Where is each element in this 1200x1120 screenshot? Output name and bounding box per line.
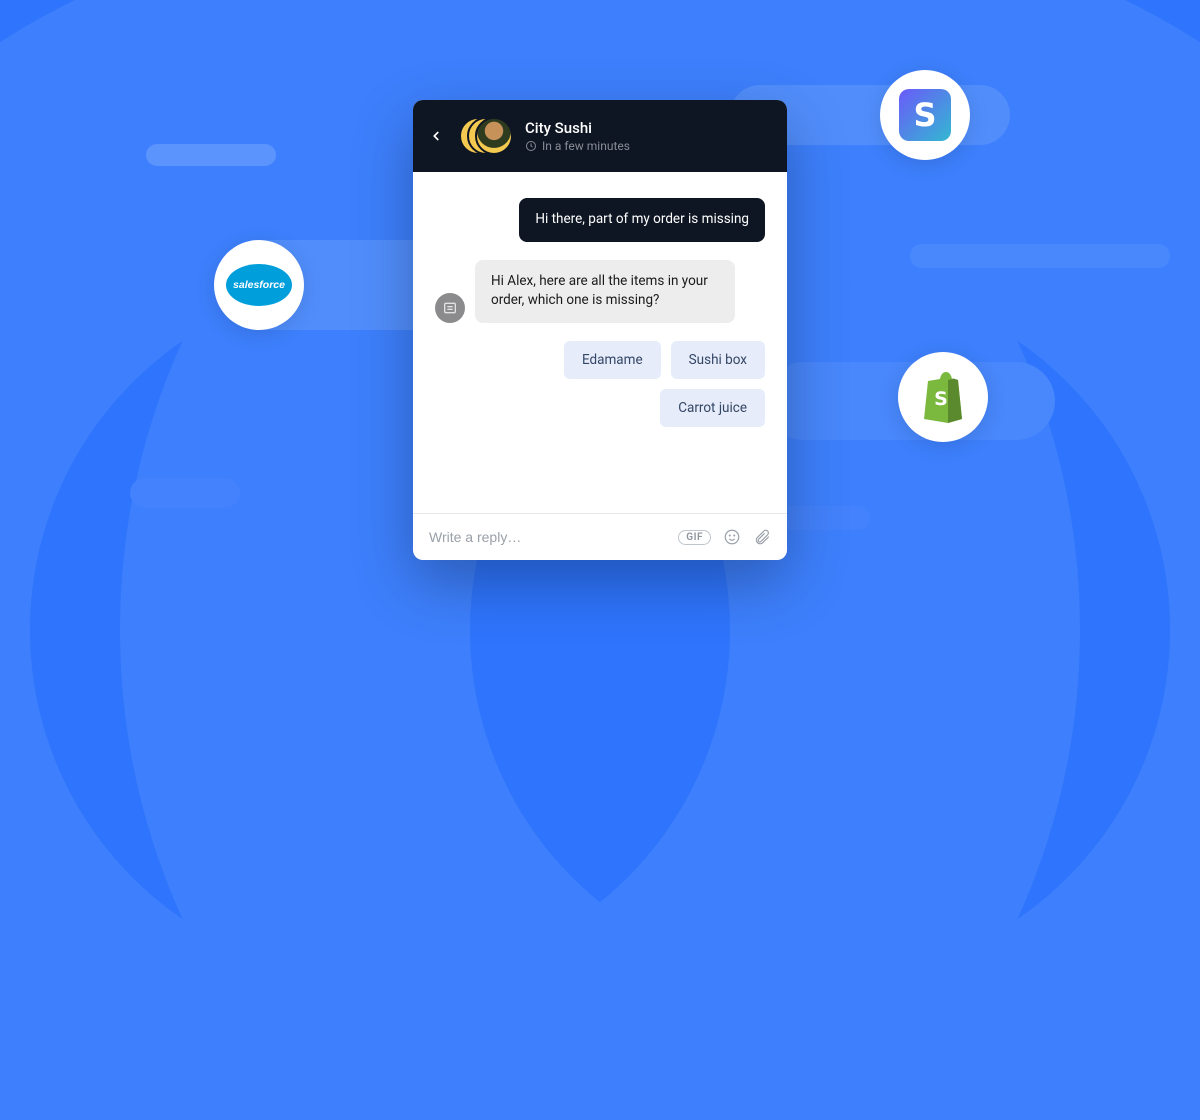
bot-icon [442, 300, 458, 316]
svg-text:salesforce: salesforce [233, 279, 285, 291]
chevron-left-icon [429, 129, 443, 143]
shopify-icon: S [918, 369, 968, 425]
chat-widget: City Sushi In a few minutes Hi there, pa… [413, 100, 787, 560]
clock-icon [525, 140, 537, 152]
attach-button[interactable] [753, 528, 771, 546]
quick-replies: Edamame Sushi box Carrot juice [435, 341, 765, 427]
reply-input[interactable] [429, 529, 666, 545]
stripe-icon: S [899, 89, 951, 141]
chat-subtitle-row: In a few minutes [525, 139, 630, 153]
outgoing-message: Hi there, part of my order is missing [519, 198, 765, 242]
chat-subtitle: In a few minutes [542, 139, 630, 153]
bot-avatar [435, 293, 465, 323]
paperclip-icon [753, 528, 771, 546]
message-row: Hi there, part of my order is missing [435, 198, 765, 242]
emoji-button[interactable] [723, 528, 741, 546]
emoji-icon [723, 528, 741, 546]
chat-title: City Sushi [525, 119, 630, 137]
chat-body: Hi there, part of my order is missing Hi… [413, 172, 787, 513]
bg-pill [910, 244, 1170, 268]
quick-reply-chip[interactable]: Edamame [564, 341, 661, 379]
stripe-icon-letter: S [913, 96, 936, 134]
integration-salesforce: salesforce [214, 240, 304, 330]
avatar-stack [459, 116, 511, 156]
gif-button[interactable]: GIF [678, 530, 711, 545]
svg-text:S: S [934, 388, 948, 410]
chat-header: City Sushi In a few minutes [413, 100, 787, 172]
integration-shopify: S [898, 352, 988, 442]
quick-reply-chip[interactable]: Carrot juice [660, 389, 765, 427]
message-row: Hi Alex, here are all the items in your … [435, 260, 765, 323]
back-button[interactable] [427, 127, 445, 145]
incoming-message: Hi Alex, here are all the items in your … [475, 260, 735, 323]
integration-stripe: S [880, 70, 970, 160]
composer: GIF [413, 513, 787, 560]
quick-reply-chip[interactable]: Sushi box [671, 341, 765, 379]
avatar [475, 117, 513, 155]
bg-pill [130, 478, 240, 508]
bg-pill [146, 144, 276, 166]
salesforce-icon: salesforce [224, 261, 294, 309]
